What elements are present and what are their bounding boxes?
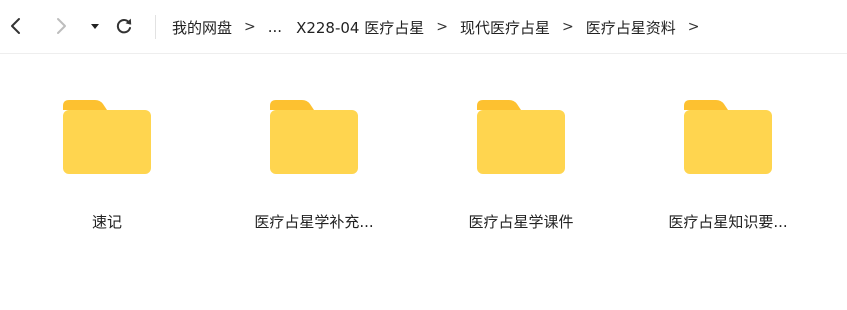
folder-item[interactable]: 医疗占星学课件: [426, 98, 616, 238]
folder-item[interactable]: 医疗占星学补充...: [219, 98, 409, 238]
toolbar-divider: [155, 15, 156, 39]
folder-icon: [63, 100, 151, 174]
breadcrumb: 我的网盘 > ... X228-04 医疗占星 > 现代医疗占星 > 医疗占星资…: [172, 0, 711, 54]
refresh-icon: [116, 18, 132, 34]
folder-icon: [477, 100, 565, 174]
breadcrumb-item-modern[interactable]: 现代医疗占星: [460, 17, 550, 38]
breadcrumb-item-current[interactable]: 医疗占星资料: [586, 17, 676, 38]
folder-item[interactable]: 医疗占星知识要...: [633, 98, 823, 238]
folder-name: 医疗占星学课件: [468, 213, 574, 231]
breadcrumb-item-root[interactable]: 我的网盘: [172, 17, 232, 38]
breadcrumb-separator: >: [436, 19, 448, 35]
folder-name: 速记: [91, 213, 122, 231]
refresh-button[interactable]: [110, 12, 138, 40]
forward-button[interactable]: [47, 12, 75, 40]
caret-down-icon: [91, 24, 99, 29]
folder-icon: [684, 100, 772, 174]
file-grid: 速记 医疗占星学补充... 医疗占星学课件 医疗占星知识要...: [0, 54, 847, 310]
folder-icon: [270, 100, 358, 174]
breadcrumb-separator: >: [244, 19, 256, 35]
breadcrumb-separator: >: [562, 19, 574, 35]
breadcrumb-item-ellipsis[interactable]: ...: [268, 18, 282, 36]
breadcrumb-separator: >: [687, 19, 700, 35]
folder-name: 医疗占星知识要...: [668, 213, 788, 231]
folder-name: 医疗占星学补充...: [254, 213, 374, 231]
back-button[interactable]: [2, 12, 30, 40]
history-dropdown-button[interactable]: [81, 12, 109, 40]
folder-item[interactable]: 速记: [12, 98, 202, 238]
chevron-left-icon: [11, 18, 20, 34]
toolbar: 我的网盘 > ... X228-04 医疗占星 > 现代医疗占星 > 医疗占星资…: [0, 0, 847, 54]
breadcrumb-item-course[interactable]: X228-04 医疗占星: [296, 17, 424, 38]
chevron-right-icon: [57, 18, 66, 34]
